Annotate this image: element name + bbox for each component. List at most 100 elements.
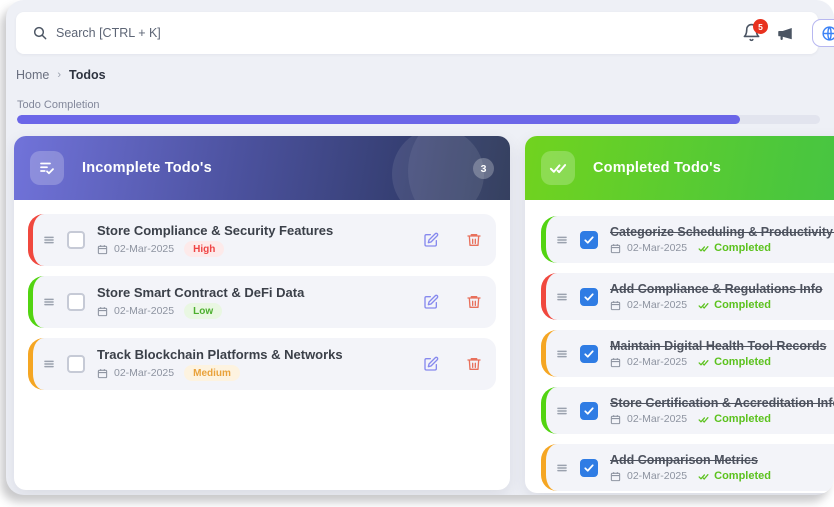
announcement-megaphone-icon[interactable] [776,25,796,43]
todo-date: 02-Mar-2025 [114,367,174,379]
edit-button[interactable] [422,356,439,373]
todo-date: 02-Mar-2025 [114,305,174,317]
todo-meta: 02-Mar-2025 Low [97,303,412,319]
breadcrumb-home-link[interactable]: Home [16,68,49,82]
notifications-bell-icon[interactable]: 5 [742,23,764,45]
todo-title: Add Compliance & Regulations Info [610,282,834,296]
todo-checkbox-checked[interactable] [580,231,598,249]
double-check-icon [697,243,710,254]
delete-button[interactable] [465,232,482,249]
todo-item: Store Compliance & Security Features 02-… [28,214,496,266]
todo-text: Categorize Scheduling & Productivity App… [610,225,834,254]
calendar-icon [610,357,621,368]
double-check-icon [541,151,575,185]
todo-checkbox[interactable] [67,293,85,311]
drag-handle-icon[interactable] [42,233,56,247]
completed-status: Completed [697,413,771,425]
completed-status: Completed [697,470,771,482]
double-check-icon [697,357,710,368]
todo-checkbox-checked[interactable] [580,288,598,306]
todo-checkbox-checked[interactable] [580,402,598,420]
drag-handle-icon[interactable] [555,233,569,247]
calendar-icon [97,368,108,379]
notification-count-badge: 5 [753,19,768,34]
completed-status: Completed [697,356,771,368]
decorative-circle [392,136,484,200]
todo-meta: 02-Mar-2025 Completed [610,356,834,368]
drag-handle-icon[interactable] [555,290,569,304]
completed-status-label: Completed [714,356,771,368]
todo-completion-progress [17,115,820,124]
edit-button[interactable] [422,232,439,249]
todo-item: Add Compliance & Regulations Info 02-Mar… [541,273,834,320]
incomplete-todos-panel: Incomplete Todo's 3 Store Compliance & S… [14,136,510,490]
todo-text: Add Compliance & Regulations Info 02-Mar… [610,282,834,311]
todo-checkbox-checked[interactable] [580,459,598,477]
todo-checkbox[interactable] [67,231,85,249]
todo-title: Categorize Scheduling & Productivity App… [610,225,834,239]
todo-app-page: { "topbar": { "search_placeholder": "Sea… [0,0,834,507]
incomplete-panel-header: Incomplete Todo's 3 [14,136,510,200]
todo-text: Track Blockchain Platforms & Networks 02… [97,347,412,381]
language-button[interactable] [812,19,834,47]
breadcrumb-separator: › [57,69,61,81]
todo-title: Store Certification & Accreditation Info [610,396,834,410]
todo-date: 02-Mar-2025 [627,242,687,254]
todo-date: 02-Mar-2025 [114,243,174,255]
todo-meta: 02-Mar-2025 Medium [97,365,412,381]
app-window: 5 Home › Todos Todo Completion [6,0,834,495]
top-bar: 5 [16,12,818,54]
todo-checkbox[interactable] [67,355,85,373]
drag-handle-icon[interactable] [555,347,569,361]
completed-panel-title: Completed Todo's [593,160,721,176]
todo-item: Categorize Scheduling & Productivity App… [541,216,834,263]
progress-fill [17,115,740,124]
todo-text: Add Comparison Metrics 02-Mar-2025 [610,453,834,482]
todo-date: 02-Mar-2025 [627,470,687,482]
completed-status-label: Completed [714,299,771,311]
search-icon [32,25,48,41]
completed-status-label: Completed [714,413,771,425]
breadcrumb-current: Todos [69,68,106,82]
drag-handle-icon[interactable] [42,357,56,371]
todo-meta: 02-Mar-2025 Completed [610,413,834,425]
drag-handle-icon[interactable] [555,461,569,475]
completed-status: Completed [697,299,771,311]
completed-status: Completed [697,242,771,254]
todo-text: Store Compliance & Security Features 02-… [97,223,412,257]
search-input[interactable] [56,12,616,54]
completed-status-label: Completed [714,242,771,254]
list-check-icon [30,151,64,185]
todo-item: Add Comparison Metrics 02-Mar-2025 [541,444,834,491]
todo-completion-label: Todo Completion [17,99,100,111]
completed-status-label: Completed [714,470,771,482]
priority-badge: Medium [184,365,240,381]
double-check-icon [697,414,710,425]
drag-handle-icon[interactable] [555,404,569,418]
incomplete-todo-list: Store Compliance & Security Features 02-… [14,200,510,414]
todo-text: Maintain Digital Health Tool Records 02-… [610,339,834,368]
calendar-icon [610,471,621,482]
todo-item: Maintain Digital Health Tool Records 02-… [541,330,834,377]
incomplete-panel-title: Incomplete Todo's [82,160,212,176]
calendar-icon [97,306,108,317]
todo-item: Track Blockchain Platforms & Networks 02… [28,338,496,390]
todo-meta: 02-Mar-2025 Completed [610,242,834,254]
delete-button[interactable] [465,294,482,311]
calendar-icon [97,244,108,255]
todo-date: 02-Mar-2025 [627,413,687,425]
edit-button[interactable] [422,294,439,311]
todo-checkbox-checked[interactable] [580,345,598,363]
completed-todo-list: Categorize Scheduling & Productivity App… [525,200,834,493]
calendar-icon [610,243,621,254]
calendar-icon [610,414,621,425]
drag-handle-icon[interactable] [42,295,56,309]
todo-text: Store Smart Contract & DeFi Data 02-Mar-… [97,285,412,319]
todo-title: Store Compliance & Security Features [97,223,412,238]
double-check-icon [697,300,710,311]
completed-todos-panel: Completed Todo's Categorize S [525,136,834,493]
todo-item: Store Certification & Accreditation Info… [541,387,834,434]
delete-button[interactable] [465,356,482,373]
breadcrumb: Home › Todos [16,68,106,82]
globe-icon [821,25,834,42]
